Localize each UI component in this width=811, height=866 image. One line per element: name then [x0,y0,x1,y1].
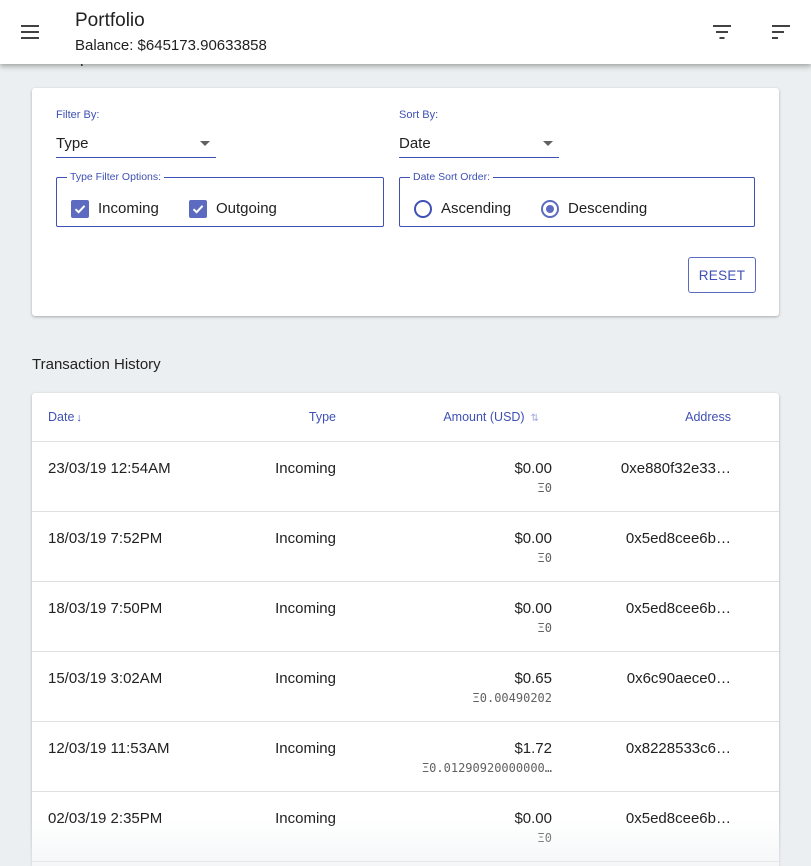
dropdown-arrow-icon [543,141,553,146]
row-date: 23/03/19 12:54AM [48,460,171,477]
row-address: 0x5ed8cee6b… [625,600,731,617]
menu-icon[interactable] [14,16,46,48]
view-options-card: Filter By: Type Sort By: Date Type Filte… [32,88,779,316]
outgoing-label: Outgoing [216,200,277,217]
incoming-label: Incoming [98,200,159,217]
descending-radio-option[interactable]: Descending [541,199,648,218]
row-amount-usd: $0.00 [514,460,552,477]
filter-by-label: Filter By: [56,109,100,121]
table-row[interactable]: 18/03/19 7:50PM Incoming $0.00 Ξ0 0x5ed8… [32,582,779,652]
row-address: 0xe880f32e33… [620,460,731,477]
row-type: Incoming [275,740,336,757]
row-amount-eth: Ξ0 [537,551,552,565]
row-type: Incoming [275,600,336,617]
checkbox-checked-icon[interactable] [189,199,207,218]
type-column-header[interactable]: Type [309,410,336,424]
row-type: Incoming [275,530,336,547]
row-amount-usd: $0.00 [514,600,552,617]
row-address: 0x5ed8cee6b… [625,530,731,547]
row-amount-eth: Ξ0.01290920000000… [421,761,552,775]
row-type: Incoming [275,670,336,687]
sort-by-select[interactable]: Date [399,130,559,158]
row-amount-eth: Ξ0 [537,481,552,495]
type-filter-options: Type Filter Options: Incoming Outgoing [56,172,384,227]
row-date: 18/03/19 7:52PM [48,530,163,547]
row-amount-eth: Ξ0.00490202 [472,691,552,705]
row-date: 12/03/19 11:53AM [48,740,170,757]
row-address: 0x5ed8cee6b… [625,810,731,827]
radio-unchecked-icon[interactable] [414,199,432,218]
arrow-down-icon: ↓ [76,412,82,424]
filter-by-select[interactable]: Type [56,130,216,158]
row-amount-eth: Ξ0 [537,621,552,635]
row-address: 0x6c90aece0… [626,670,731,687]
radio-checked-icon[interactable] [541,199,559,218]
ascending-radio-option[interactable]: Ascending [414,199,512,218]
checkbox-checked-icon[interactable] [71,199,89,218]
row-type: Incoming [275,810,336,827]
balance-text: Balance: $645173.90633858 [75,37,267,54]
row-amount-usd: $0.00 [514,810,552,827]
table-header: Date ↓ Type Amount (USD) ⇅ Address [32,393,779,442]
sort-arrows-icon: ⇅ [530,413,539,424]
filter-by-value: Type [56,135,89,152]
transactions-table: Date ↓ Type Amount (USD) ⇅ Address 23/03/1… [32,393,779,866]
table-row[interactable]: 15/03/19 3:02AM Incoming $0.65 Ξ0.004902… [32,652,779,722]
row-date: 15/03/19 3:02AM [48,670,163,687]
incoming-checkbox-option[interactable]: Incoming [71,199,159,218]
row-date: 02/03/19 2:35PM [48,810,163,827]
sort-icon[interactable] [765,16,797,48]
date-sort-legend: Date Sort Order: [413,171,491,183]
table-row[interactable]: 23/03/19 12:54AM Incoming $0.00 Ξ0 0xe88… [32,442,779,512]
row-date: 18/03/19 7:50PM [48,600,163,617]
table-row[interactable]: 02/03/19 2:35PM Incoming $0.00 Ξ0 0x5ed8… [32,792,779,862]
row-address: 0x8228533c6… [625,740,731,757]
table-row[interactable]: 12/03/19 11:53AM Incoming $1.72 Ξ0.01290… [32,722,779,792]
type-filter-legend: Type Filter Options: [70,171,162,183]
row-amount-usd: $0.00 [514,530,552,547]
sort-by-label: Sort By: [399,109,439,121]
row-amount-usd: $1.72 [514,740,552,757]
transaction-history-heading: Transaction History [32,356,161,373]
row-type: Incoming [275,460,336,477]
sort-by-value: Date [399,135,431,152]
ascending-label: Ascending [441,200,512,217]
app-bar: Portfolio Balance: $645173.90633858 [0,0,811,64]
filter-list-icon[interactable] [706,16,738,48]
date-sort-order: Date Sort Order: Ascending Descending [399,172,755,227]
outgoing-checkbox-option[interactable]: Outgoing [189,199,277,218]
row-amount-eth: Ξ0 [537,831,552,845]
dropdown-arrow-icon [200,141,210,146]
row-amount-usd: $0.65 [514,670,552,687]
amount-column-header[interactable]: Amount (USD) ⇅ [443,410,539,424]
table-row[interactable]: 18/03/19 7:52PM Incoming $0.00 Ξ0 0x5ed8… [32,512,779,582]
date-column-header[interactable]: Date ↓ [48,410,82,424]
reset-button[interactable]: RESET [688,257,756,293]
descending-label: Descending [568,200,648,217]
address-column-header[interactable]: Address [685,410,731,424]
page-title: Portfolio [75,10,145,31]
